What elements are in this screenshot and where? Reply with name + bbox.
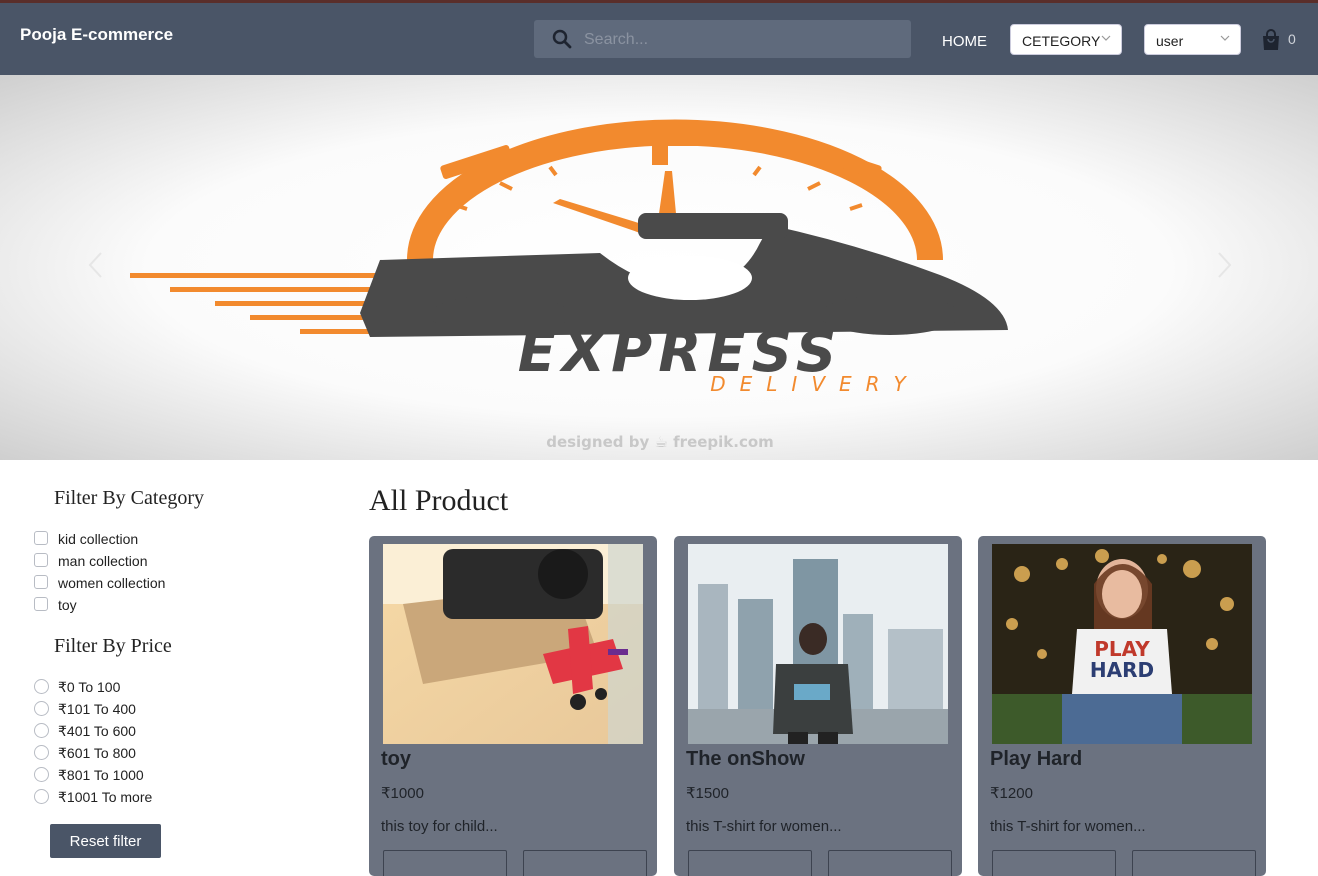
- brand-logo[interactable]: Pooja E-commerce: [20, 25, 173, 45]
- filter-price-title: Filter By Price: [54, 635, 172, 657]
- nav-home-link[interactable]: HOME: [942, 33, 987, 50]
- price-option-label: ₹1001 To more: [58, 789, 153, 805]
- carousel-next-icon[interactable]: [1214, 250, 1234, 280]
- price-radio[interactable]: [34, 679, 49, 694]
- price-option-label: ₹601 To 800: [58, 745, 136, 761]
- product-image[interactable]: PLAY HARD: [992, 544, 1252, 744]
- product-description: this T-shirt for women...: [686, 818, 842, 835]
- more-details-button[interactable]: [383, 850, 507, 876]
- price-radio[interactable]: [34, 701, 49, 716]
- price-radio[interactable]: [34, 723, 49, 738]
- price-radio[interactable]: [34, 745, 49, 760]
- filter-category-title: Filter By Category: [54, 487, 204, 509]
- shopping-bag-icon[interactable]: [1261, 29, 1281, 51]
- category-option-label: man collection: [58, 553, 148, 569]
- category-dropdown[interactable]: CETEGORY: [1010, 24, 1122, 55]
- search-bar[interactable]: [534, 20, 911, 60]
- hero-carousel: EXPRESS DELIVERY designed by ☕ freepik.c…: [0, 75, 1318, 460]
- cart-count-badge: 0: [1288, 31, 1296, 47]
- chevron-down-icon: [1220, 35, 1230, 41]
- woman-city-photo: [688, 544, 948, 744]
- price-option-label: ₹801 To 1000: [58, 767, 144, 783]
- product-description: this toy for child...: [381, 818, 498, 835]
- product-image[interactable]: [383, 544, 643, 744]
- category-dropdown-label: CETEGORY: [1022, 33, 1101, 49]
- product-price: ₹1000: [381, 785, 424, 802]
- product-card[interactable]: The onShow ₹1500 this T-shirt for women.…: [674, 536, 962, 876]
- price-option-label: ₹401 To 600: [58, 723, 136, 739]
- more-details-button[interactable]: [688, 850, 812, 876]
- navbar: Pooja E-commerce HOME CETEGORY user 0: [0, 3, 1318, 75]
- category-checkbox[interactable]: [34, 575, 48, 589]
- price-radio[interactable]: [34, 767, 49, 782]
- page-title: All Product: [369, 484, 509, 517]
- price-radio[interactable]: [34, 789, 49, 804]
- product-name: toy: [381, 748, 411, 770]
- product-card[interactable]: toy ₹1000 this toy for child...: [369, 536, 657, 876]
- user-dropdown[interactable]: user: [1144, 24, 1241, 55]
- add-to-cart-button[interactable]: [523, 850, 647, 876]
- chevron-down-icon: [1101, 35, 1111, 41]
- banner-credit: designed by ☕ freepik.com: [546, 433, 774, 451]
- category-checkbox[interactable]: [34, 597, 48, 611]
- svg-text:HARD: HARD: [1090, 658, 1154, 682]
- user-dropdown-label: user: [1156, 33, 1184, 49]
- more-details-button[interactable]: [992, 850, 1116, 876]
- reset-filter-button[interactable]: Reset filter: [50, 824, 161, 858]
- banner-subline: DELIVERY: [710, 372, 920, 396]
- product-description: this T-shirt for women...: [990, 818, 1146, 835]
- woman-playhard-photo: PLAY HARD: [992, 544, 1252, 744]
- product-card[interactable]: PLAY HARD Play Hard ₹1200 this T-shirt f…: [978, 536, 1266, 876]
- search-input[interactable]: [582, 20, 896, 60]
- add-to-cart-button[interactable]: [1132, 850, 1256, 876]
- product-name: Play Hard: [990, 748, 1083, 770]
- carousel-prev-icon[interactable]: [86, 250, 106, 280]
- category-option-label: toy: [58, 597, 77, 613]
- search-icon: [552, 29, 572, 49]
- product-price: ₹1500: [686, 785, 729, 802]
- toy-airplane-photo: [383, 544, 643, 744]
- category-option-label: kid collection: [58, 531, 139, 547]
- product-name: The onShow: [686, 748, 805, 770]
- price-option-label: ₹101 To 400: [58, 701, 136, 717]
- price-option-label: ₹0 To 100: [58, 679, 121, 695]
- product-price: ₹1200: [990, 785, 1033, 802]
- category-option-label: women collection: [58, 575, 166, 591]
- add-to-cart-button[interactable]: [828, 850, 952, 876]
- express-delivery-illustration: EXPRESS DELIVERY designed by ☕ freepik.c…: [130, 119, 1008, 451]
- category-checkbox[interactable]: [34, 553, 48, 567]
- category-checkbox[interactable]: [34, 531, 48, 545]
- product-image[interactable]: [688, 544, 948, 744]
